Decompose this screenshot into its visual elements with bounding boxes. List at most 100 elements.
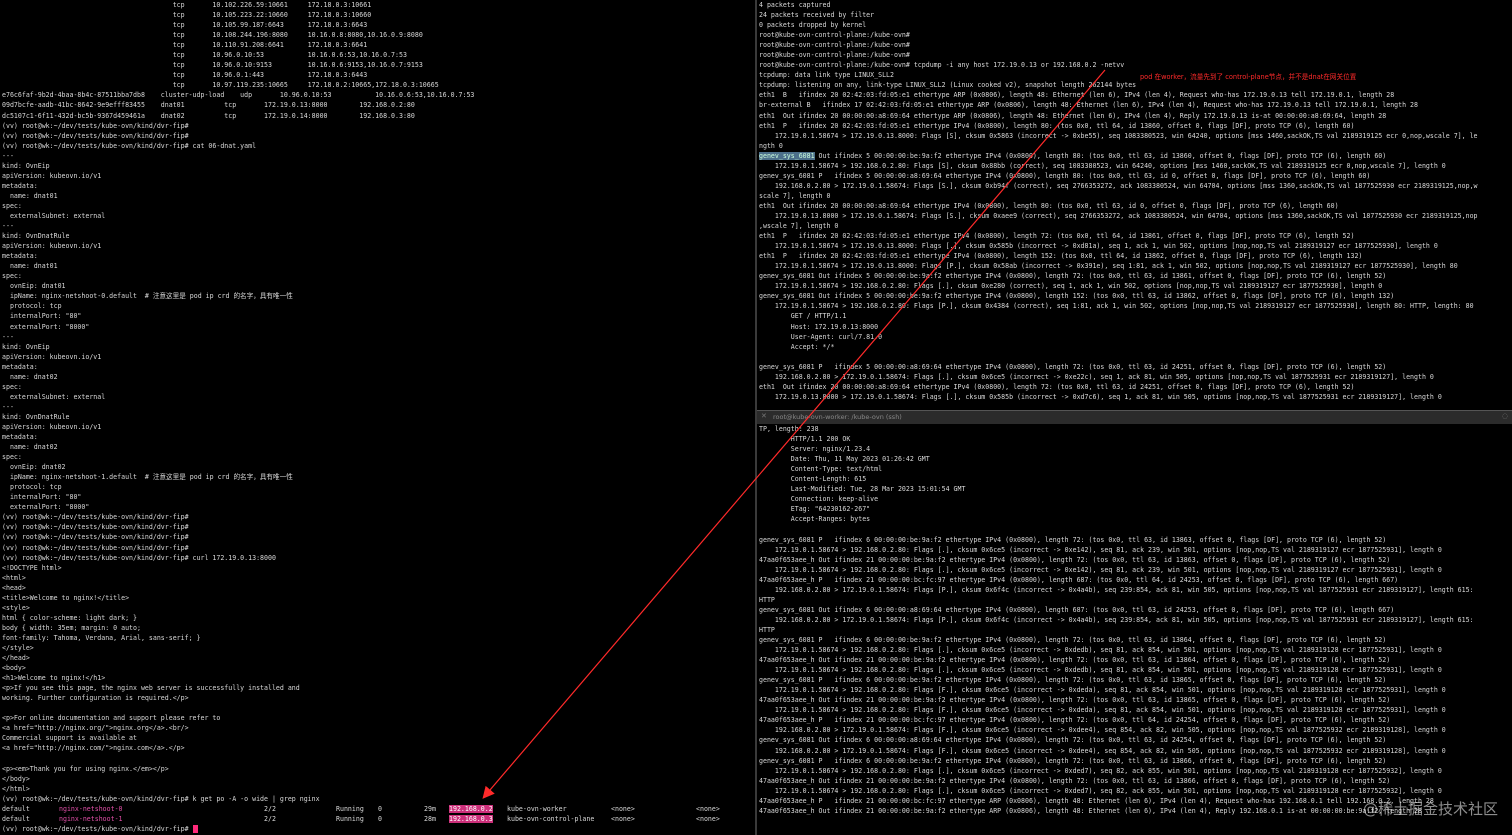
left-line-73: Commercial support is available at — [2, 734, 137, 743]
left-line-61: html { color-scheme: light dark; } — [2, 613, 137, 622]
tcpdump-line-32: Host: 172.19.0.13:8000 — [759, 322, 879, 331]
left-line-33: --- — [2, 332, 14, 341]
left-line-24: apiVersion: kubeovn.io/v1 — [2, 242, 102, 251]
left-line-0: tcp 10.102.226.59:10661 172.18.0.3:10661 — [2, 1, 372, 9]
worker-tcpdump-line-34: 172.19.0.1.58674 > 192.168.0.2.80: Flags… — [759, 766, 1442, 775]
pod-restarts: 0 — [378, 804, 382, 813]
tcpdump-line-0: 4 packets captured — [759, 1, 831, 9]
left-line-1: tcp 10.105.223.22:10660 172.18.0.3:10660 — [2, 11, 372, 20]
worker-tcpdump-line-29: 47aa0f653aee_h P ifindex 21 00:00:00:bc:… — [759, 716, 1391, 725]
left-line-31: internalPort: "80" — [2, 312, 82, 321]
left-line-40: --- — [2, 402, 14, 411]
pod-readiness-gates: <none> — [696, 814, 720, 823]
tcpdump-line-34: Accept: */* — [759, 342, 835, 351]
close-tab-icon[interactable]: ✕ — [761, 412, 767, 420]
pod-status: Running — [336, 804, 364, 813]
worker-tcpdump-line-33: genev_sys_6081 P ifindex 6 00:00:00:be:9… — [759, 756, 1387, 765]
tcpdump-line-5: root@kube-ovn-control-plane:/kube-ovn# — [759, 51, 910, 60]
left-line-60: <style> — [2, 603, 30, 612]
left-line-67: <h1>Welcome to nginx!</h1> — [2, 674, 106, 683]
left-line-63: font-family: Tahoma, Verdana, Arial, san… — [2, 633, 201, 642]
worker-tcpdump-line-13: 47aa0f653aee_h Out ifindex 21 00:00:00:b… — [759, 555, 1391, 564]
left-line-11: dc5107c1-6f11-432d-bc5b-9367d459461a dna… — [2, 111, 415, 120]
tcpdump-line-36: genev_sys_6081 P ifindex 5 00:00:00:a8:6… — [759, 362, 1387, 371]
left-line-74: <a href="http://nginx.com/">nginx.com</a… — [2, 744, 185, 753]
top-right-terminal-pane[interactable]: 4 packets captured 24 packets received by… — [757, 0, 1512, 410]
left-line-29: ipName: nginx-netshoot-0.default # 注意这里是… — [2, 292, 293, 301]
worker-tcpdump-line-17: HTTP — [759, 595, 775, 604]
left-line-76: <p><em>Thank you for using nginx.</em></… — [2, 764, 169, 773]
watermark-text: @稀土掘金技术社区 — [1362, 800, 1498, 818]
tcpdump-line-17: genev_sys_6081 P ifindex 5 00:00:00:a8:6… — [759, 171, 1371, 180]
left-line-20: spec: — [2, 201, 22, 210]
left-line-78: </html> — [2, 784, 30, 793]
left-line-79: (vv) root@wk:~/dev/tests/kube-ovn/kind/d… — [2, 794, 320, 803]
left-line-8: tcp 10.97.119.235:10665 172.18.0.2:10665… — [2, 81, 439, 90]
left-line-10: 09d7bcfe-aadb-41bc-8642-9e9efff83455 dna… — [2, 101, 415, 110]
pane-tab-bar[interactable]: ✕ root@kube-ovn-worker: /kube-ovn (ssh) … — [757, 410, 1512, 425]
worker-tcpdump-line-0: TP, length: 238 — [759, 425, 819, 433]
pod-namespace: default — [2, 804, 30, 813]
left-line-65: </head> — [2, 654, 30, 663]
left-line-42: apiVersion: kubeovn.io/v1 — [2, 422, 102, 431]
left-line-15: --- — [2, 151, 14, 160]
tab-title[interactable]: root@kube-ovn-worker: /kube-ovn (ssh) — [773, 413, 902, 421]
tcpdump-line-14: ngth 0 — [759, 141, 783, 150]
pod-node: kube-ovn-control-plane — [507, 814, 595, 823]
tcpdump-line-29: genev_sys_6081 Out ifindex 5 00:00:00:be… — [759, 292, 1395, 301]
worker-tcpdump-line-20: HTTP — [759, 625, 775, 634]
worker-tcpdump-line-7: Connection: keep-alive — [759, 495, 879, 504]
left-line-4: tcp 10.110.91.208:6641 172.18.0.3:6641 — [2, 41, 368, 50]
worker-tcpdump-line-30: 192.168.0.2.80 > 172.19.0.1.58674: Flags… — [759, 726, 1446, 735]
left-line-26: name: dnat01 — [2, 262, 58, 271]
left-line-28: ovnEip: dnat01 — [2, 282, 66, 291]
tcpdump-line-1: 24 packets received by filter — [759, 11, 875, 20]
left-line-50: externalPort: "8000" — [2, 503, 90, 512]
left-line-52: (vv) root@wk:~/dev/tests/kube-ovn/kind/d… — [2, 523, 189, 532]
left-line-17: apiVersion: kubeovn.io/v1 — [2, 171, 102, 180]
left-line-41: kind: OvnDnatRule — [2, 412, 70, 421]
worker-tcpdump-line-24: 172.19.0.1.58674 > 192.168.0.2.80: Flags… — [759, 666, 1442, 675]
left-line-58: <head> — [2, 583, 26, 592]
left-terminal-pane[interactable]: tcp 10.102.226.59:10661 172.18.0.3:10661… — [0, 0, 755, 835]
tab-options-icon[interactable]: ◌ — [1502, 412, 1508, 420]
left-line-77: </body> — [2, 774, 30, 783]
worker-tcpdump-line-28: 172.19.0.1.58674 > 192.168.0.2.80: Flags… — [759, 706, 1446, 715]
left-line-6: tcp 10.96.0.10:9153 10.16.0.6:9153,10.16… — [2, 61, 423, 70]
tcpdump-line-23: eth1 P ifindex 20 02:42:03:fd:05:e1 ethe… — [759, 232, 1355, 241]
left-line-70 — [0, 703, 755, 713]
worker-tcpdump-line-8: ETag: "64230162-267" — [759, 505, 871, 514]
pod-ip: 192.168.0.2 — [449, 804, 493, 813]
tcpdump-line-26: 172.19.0.1.58674 > 172.19.0.13.8000: Fla… — [759, 262, 1458, 271]
left-line-71: <p>For online documentation and support … — [2, 714, 221, 723]
worker-tcpdump-line-9: Accept-Ranges: bytes — [759, 515, 871, 524]
worker-tcpdump-line-25: genev_sys_6081 P ifindex 6 00:00:00:be:9… — [759, 676, 1387, 685]
pod-ready: 2/2 — [264, 804, 276, 813]
worker-tcpdump-line-5: Content-Length: 615 — [759, 475, 867, 484]
tcpdump-line-27: genev_sys_6081 Out ifindex 5 00:00:00:be… — [759, 272, 1387, 281]
left-line-59: <title>Welcome to nginx!</title> — [2, 593, 130, 602]
left-line-23: kind: OvnDnatRule — [2, 232, 70, 241]
left-line-13: (vv) root@wk:~/dev/tests/kube-ovn/kind/d… — [2, 131, 189, 140]
worker-tcpdump-line-27: 47aa0f653aee_h Out ifindex 21 00:00:00:b… — [759, 696, 1391, 705]
pod-nominated-node: <none> — [611, 814, 635, 823]
left-line-47: ipName: nginx-netshoot-1.default # 注意这里是… — [2, 473, 293, 482]
left-line-46: ovnEip: dnat02 — [2, 463, 66, 472]
tcpdump-line-25: eth1 P ifindex 20 02:42:03:fd:05:e1 ethe… — [759, 252, 1363, 261]
tcpdump-line-18: 192.168.0.2.80 > 172.19.0.1.58674: Flags… — [759, 181, 1478, 190]
left-line-12: (vv) root@wk:~/dev/tests/kube-ovn/kind/d… — [2, 121, 189, 130]
left-line-30: protocol: tcp — [2, 302, 62, 311]
worker-tcpdump-line-31: genev_sys_6081 Out ifindex 6 00:00:00:a8… — [759, 736, 1387, 745]
tcpdump-line-9: eth1 B ifindex 20 02:42:03:fd:05:e1 ethe… — [759, 91, 1395, 100]
left-line-32: externalPort: "8000" — [2, 322, 90, 331]
left-line-62: body { width: 35em; margin: 0 auto; — [2, 623, 141, 632]
tcpdump-line-21: 172.19.0.13.8000 > 172.19.0.1.58674: Fla… — [759, 211, 1478, 220]
left-line-38: spec: — [2, 382, 22, 391]
left-line-37: name: dnat02 — [2, 372, 58, 381]
worker-tcpdump-line-19: 192.168.0.2.80 > 172.19.0.1.58674: Flags… — [759, 615, 1474, 624]
worker-tcpdump-line-26: 172.19.0.1.58674 > 192.168.0.2.80: Flags… — [759, 686, 1446, 695]
pod-name: nginx-netshoot-0 — [59, 804, 123, 813]
left-line-14: (vv) root@wk:~/dev/tests/kube-ovn/kind/d… — [2, 141, 257, 150]
worker-tcpdump-line-14: 172.19.0.1.58674 > 192.168.0.2.80: Flags… — [759, 565, 1442, 574]
bottom-right-terminal-pane[interactable]: TP, length: 238 HTTP/1.1 200 OK Server: … — [757, 424, 1512, 835]
